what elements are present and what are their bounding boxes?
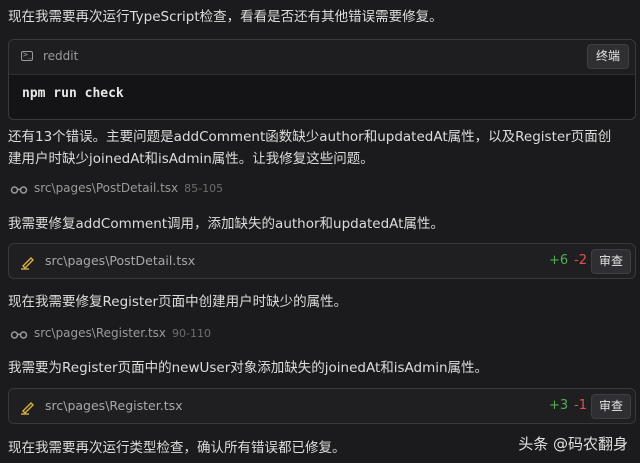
file-edit-postdetail[interactable]: src\pages\PostDetail.tsx +6 -2 审查: [8, 243, 636, 279]
file-edit-register[interactable]: src\pages\Register.tsx +3 -1 审查: [8, 388, 636, 424]
glasses-icon: [10, 186, 28, 194]
message-2-line-2: 建用户时缺少joinedAt和isAdmin属性。让我修复这些问题。: [8, 151, 374, 167]
lines-added: +6: [549, 253, 569, 268]
review-button[interactable]: 审查: [591, 249, 631, 274]
terminal-card-header: >_ reddit 终端: [9, 40, 635, 75]
pencil-icon: [21, 257, 34, 270]
review-button[interactable]: 审查: [591, 394, 631, 419]
terminal-command-card: >_ reddit 终端 npm run check: [8, 39, 636, 120]
glasses-icon: [10, 331, 28, 339]
lines-removed: -2: [574, 253, 587, 268]
file-path: src\pages\Register.tsx: [45, 398, 183, 413]
lines-added: +3: [549, 398, 569, 413]
message-1: 现在我需要再次运行TypeScript检查，看看是否还有其他错误需要修复。: [8, 9, 443, 25]
terminal-icon: >_: [21, 50, 33, 61]
terminal-label: reddit: [43, 49, 79, 63]
message-4: 现在我需要修复Register页面中创建用户时缺少的属性。: [8, 294, 348, 310]
message-5: 我需要为Register页面中的newUser对象添加缺失的joinedAt和i…: [8, 360, 489, 376]
watermark: 头条 @码农翻身: [518, 435, 628, 453]
line-range: 90-110: [172, 327, 211, 340]
open-terminal-button[interactable]: 终端: [587, 44, 629, 69]
pencil-icon: [21, 402, 34, 415]
line-range: 85-105: [184, 182, 224, 195]
terminal-command: npm run check: [22, 86, 124, 101]
lines-removed: -1: [574, 398, 587, 413]
message-2-line-1: 还有13个错误。主要问题是addComment函数缺少author和update…: [8, 129, 612, 145]
message-3: 我需要修复addComment调用，添加缺失的author和updatedAt属…: [8, 216, 444, 232]
file-path: src\pages\PostDetail.tsx: [34, 181, 179, 195]
file-path: src\pages\PostDetail.tsx: [45, 253, 196, 268]
file-path: src\pages\Register.tsx: [34, 326, 167, 340]
